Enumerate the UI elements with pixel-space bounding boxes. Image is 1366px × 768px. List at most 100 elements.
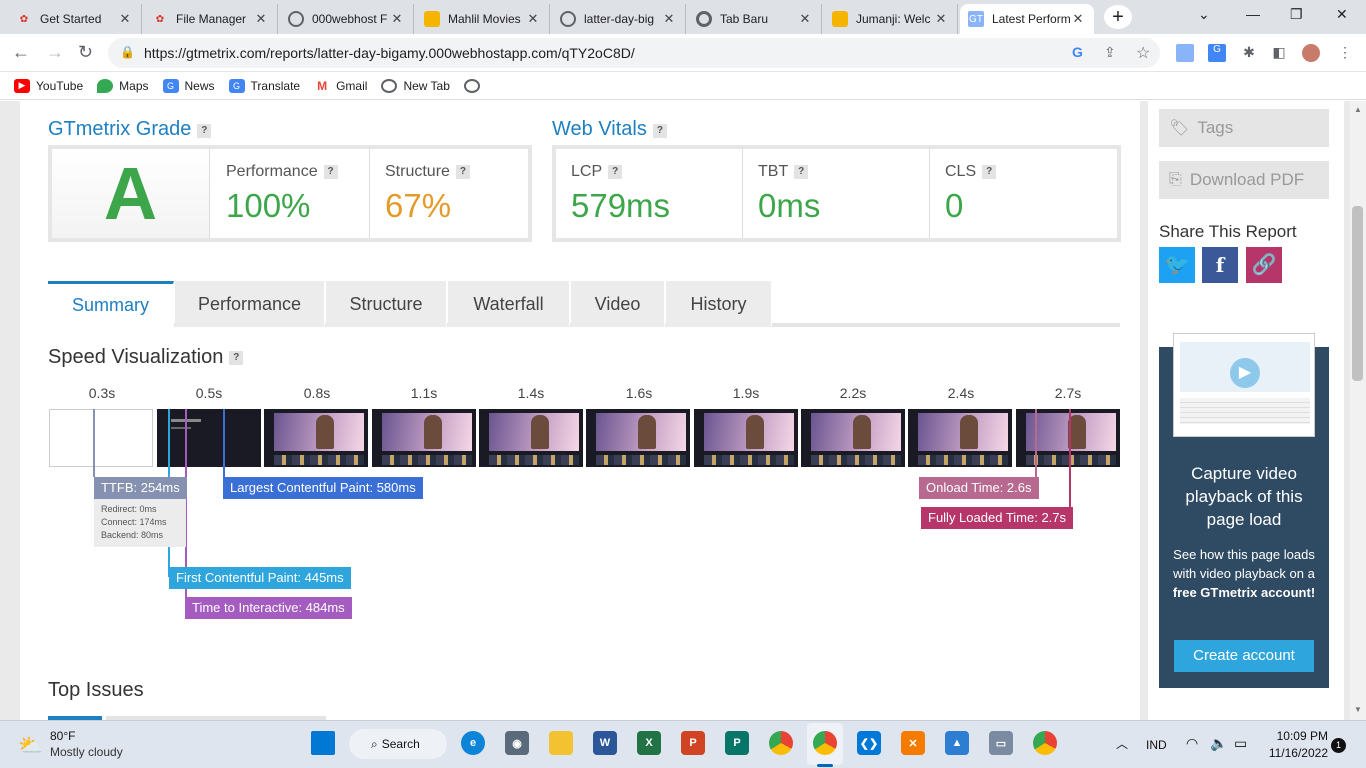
file-explorer-icon[interactable] bbox=[549, 731, 573, 755]
play-icon[interactable]: ▶ bbox=[1230, 358, 1260, 388]
bookmark-news[interactable]: G News bbox=[162, 78, 215, 93]
publisher-icon[interactable]: P bbox=[725, 731, 749, 755]
chevron-up-icon[interactable]: ︿ bbox=[1116, 735, 1128, 752]
filmstrip-frame[interactable] bbox=[372, 409, 476, 467]
tab-summary[interactable]: Summary bbox=[48, 281, 174, 327]
edge-icon[interactable]: e bbox=[461, 731, 485, 755]
clock-time[interactable]: 10:09 PM bbox=[1262, 729, 1328, 743]
close-tab-icon[interactable]: ✕ bbox=[797, 11, 813, 27]
tab-history[interactable]: History bbox=[666, 281, 772, 327]
tab-search-icon[interactable]: ⌄ bbox=[1198, 6, 1210, 23]
restore-icon[interactable]: ❐ bbox=[1290, 6, 1303, 23]
filmstrip-frame-blank[interactable] bbox=[49, 409, 153, 467]
windows-start-icon[interactable] bbox=[311, 731, 335, 755]
wifi-icon[interactable]: ◠ bbox=[1186, 735, 1198, 752]
help-icon[interactable]: ? bbox=[229, 350, 244, 365]
bookmark-maps[interactable]: Maps bbox=[97, 78, 149, 93]
close-tab-icon[interactable]: ✕ bbox=[525, 11, 541, 27]
chrome-active-icon[interactable] bbox=[813, 731, 837, 755]
excel-icon[interactable]: X bbox=[637, 731, 661, 755]
link-icon[interactable]: 🔗 bbox=[1246, 247, 1282, 283]
chrome-icon[interactable] bbox=[769, 731, 793, 755]
browser-tab[interactable]: ✿ File Manager ✕ bbox=[144, 4, 278, 34]
menu-kebab-icon[interactable]: ⋮ bbox=[1336, 44, 1354, 62]
help-icon[interactable]: ? bbox=[982, 164, 997, 179]
filmstrip-frame-dark[interactable] bbox=[157, 409, 261, 467]
facebook-icon[interactable]: f bbox=[1202, 247, 1238, 283]
filmstrip-frame[interactable] bbox=[801, 409, 905, 467]
help-icon[interactable]: ? bbox=[652, 123, 667, 138]
remote-desktop-icon[interactable]: ▭ bbox=[989, 731, 1013, 755]
filmstrip-frame[interactable] bbox=[586, 409, 690, 467]
scrollbar-thumb[interactable] bbox=[1352, 206, 1363, 381]
bookmark-gmail[interactable]: M Gmail bbox=[314, 78, 367, 93]
help-icon[interactable]: ? bbox=[455, 164, 470, 179]
back-icon[interactable]: ← bbox=[12, 42, 30, 63]
volume-icon[interactable]: 🔈 bbox=[1210, 735, 1227, 752]
translate-extension-icon[interactable]: G bbox=[1208, 44, 1226, 62]
bookmark-star-icon[interactable]: ☆ bbox=[1136, 43, 1150, 63]
share-icon[interactable]: ⇪ bbox=[1104, 44, 1116, 61]
download-pdf-button[interactable]: ⎘ Download PDF bbox=[1159, 161, 1329, 199]
filmstrip-frame[interactable] bbox=[1016, 409, 1120, 467]
browser-tab[interactable]: Tab Baru ✕ bbox=[688, 4, 822, 34]
tab-performance[interactable]: Performance bbox=[175, 281, 325, 327]
weather-cloud-icon[interactable]: ⛅ bbox=[18, 733, 43, 758]
reload-icon[interactable]: ↻ bbox=[78, 42, 93, 63]
help-icon[interactable]: ? bbox=[323, 164, 338, 179]
close-tab-icon[interactable]: ✕ bbox=[661, 11, 677, 27]
extensions-puzzle-icon[interactable]: ✱ bbox=[1240, 44, 1258, 62]
forward-icon[interactable]: → bbox=[46, 42, 64, 63]
tab-video[interactable]: Video bbox=[571, 281, 665, 327]
address-bar[interactable]: 🔒 https://gtmetrix.com/reports/latter-da… bbox=[108, 38, 1160, 68]
google-icon[interactable]: G bbox=[1072, 44, 1083, 60]
filmstrip-frame[interactable] bbox=[479, 409, 583, 467]
new-tab-button[interactable]: + bbox=[1104, 5, 1132, 29]
help-icon[interactable]: ? bbox=[197, 123, 212, 138]
battery-icon[interactable]: ▭ bbox=[1234, 735, 1247, 752]
docs-extension-icon[interactable] bbox=[1176, 44, 1194, 62]
word-icon[interactable]: W bbox=[593, 731, 617, 755]
powerpoint-icon[interactable]: P bbox=[681, 731, 705, 755]
notification-badge[interactable]: 1 bbox=[1331, 738, 1346, 753]
close-tab-icon[interactable]: ✕ bbox=[389, 11, 405, 27]
filmstrip-frame[interactable] bbox=[908, 409, 1012, 467]
browser-tab-active[interactable]: GT Latest Perform ✕ bbox=[960, 4, 1094, 34]
promo-video-thumbnail[interactable]: ▶ bbox=[1173, 333, 1315, 437]
bookmark-new-tab[interactable]: New Tab bbox=[381, 78, 450, 93]
browser-tab[interactable]: ✿ Get Started ✕ bbox=[8, 4, 142, 34]
photos-icon[interactable]: ▲ bbox=[945, 731, 969, 755]
tags-button[interactable]: 🏷 Tags bbox=[1159, 109, 1329, 147]
close-window-icon[interactable]: ✕ bbox=[1336, 6, 1348, 23]
filmstrip-frame[interactable] bbox=[264, 409, 368, 467]
camera-icon[interactable]: ◉ bbox=[505, 731, 529, 755]
browser-tab[interactable]: 000webhost F ✕ bbox=[280, 4, 414, 34]
tab-waterfall[interactable]: Waterfall bbox=[448, 281, 570, 327]
taskbar-search[interactable]: ⌕ Search bbox=[349, 729, 447, 759]
chrome-profile-icon[interactable] bbox=[1033, 731, 1057, 755]
close-tab-icon[interactable]: ✕ bbox=[1070, 11, 1086, 27]
close-tab-icon[interactable]: ✕ bbox=[933, 11, 949, 27]
bookmark-translate[interactable]: G Translate bbox=[228, 78, 300, 93]
twitter-icon[interactable]: 🐦 bbox=[1159, 247, 1195, 283]
side-panel-icon[interactable]: ◧ bbox=[1270, 44, 1288, 62]
close-tab-icon[interactable]: ✕ bbox=[253, 11, 269, 27]
bookmark-youtube[interactable]: ▶ YouTube bbox=[14, 78, 83, 93]
page-scrollbar[interactable]: ▲ ▼ bbox=[1350, 101, 1366, 720]
minimize-icon[interactable]: — bbox=[1246, 6, 1260, 22]
filmstrip-frame[interactable] bbox=[694, 409, 798, 467]
help-icon[interactable]: ? bbox=[794, 164, 809, 179]
browser-tab[interactable]: latter-day-big ✕ bbox=[552, 4, 686, 34]
create-account-button[interactable]: Create account bbox=[1174, 640, 1314, 672]
help-icon[interactable]: ? bbox=[608, 164, 623, 179]
xampp-icon[interactable]: ✕ bbox=[901, 731, 925, 755]
tab-structure[interactable]: Structure bbox=[326, 281, 447, 327]
browser-tab[interactable]: Jumanji: Welc ✕ bbox=[824, 4, 958, 34]
clock-date[interactable]: 11/16/2022 bbox=[1258, 746, 1328, 760]
bookmark-globe[interactable] bbox=[463, 78, 486, 93]
language-indicator[interactable]: IND bbox=[1146, 738, 1167, 752]
profile-avatar-icon[interactable] bbox=[1302, 44, 1320, 62]
vscode-icon[interactable]: ❮❯ bbox=[857, 731, 881, 755]
browser-tab[interactable]: Mahlil Movies ✕ bbox=[416, 4, 550, 34]
close-tab-icon[interactable]: ✕ bbox=[117, 11, 133, 27]
